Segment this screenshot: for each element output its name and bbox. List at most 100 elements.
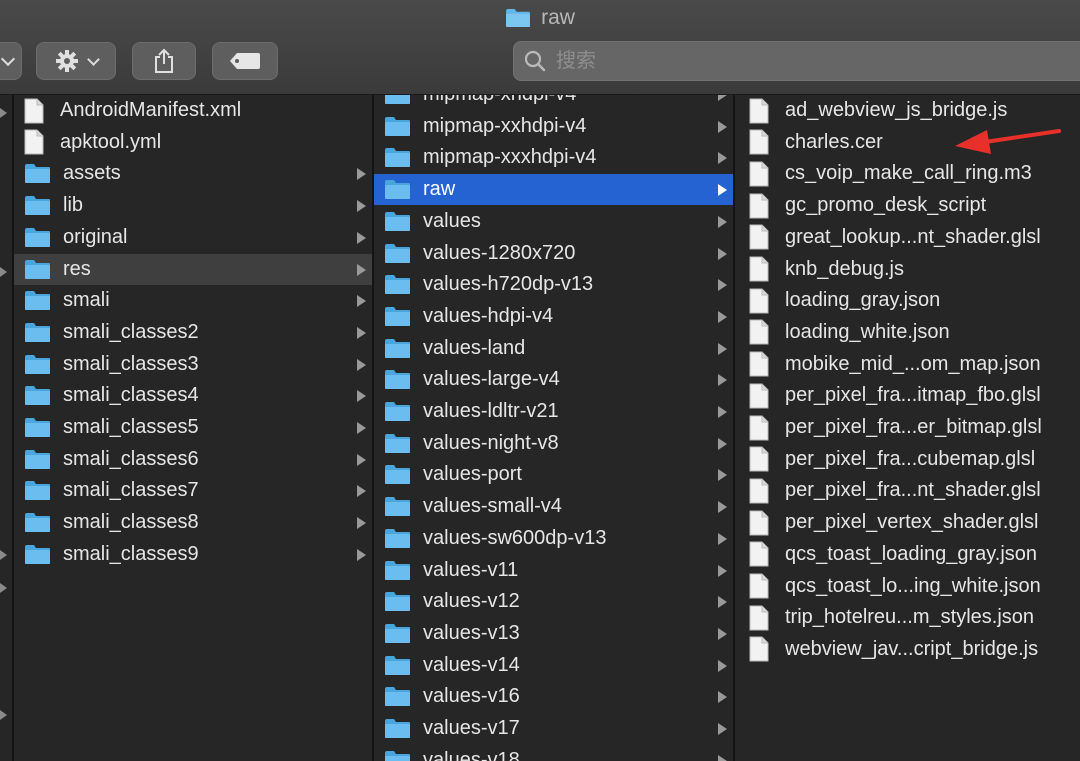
file-row[interactable]: per_pixel_fra...er_bitmap.glsl — [735, 412, 1080, 443]
tags-button[interactable] — [212, 42, 278, 80]
chevron-right-icon — [718, 469, 727, 482]
item-name: values-v13 — [423, 621, 520, 644]
folder-row[interactable]: assets — [14, 158, 372, 189]
item-name: smali — [63, 289, 110, 312]
item-name: gc_promo_desk_script — [785, 194, 987, 217]
file-row[interactable]: knb_debug.js — [735, 254, 1080, 285]
file-row[interactable]: cs_voip_make_call_ring.m3 — [735, 158, 1080, 189]
folder-row[interactable]: mipmap-xhdpi-v4 — [374, 95, 733, 110]
folder-row[interactable]: values-v14 — [374, 650, 733, 681]
folder-row[interactable]: values-land — [374, 333, 733, 364]
folder-row[interactable]: values-sw600dp-v13 — [374, 523, 733, 554]
file-row[interactable]: apktool.yml — [14, 127, 372, 158]
folder-row[interactable]: values-v13 — [374, 618, 733, 649]
chevron-right-icon — [357, 168, 366, 181]
file-row[interactable]: per_pixel_fra...cubemap.glsl — [735, 444, 1080, 475]
item-name: loading_gray.json — [785, 289, 941, 312]
share-button[interactable] — [132, 42, 196, 80]
folder-row[interactable]: values-large-v4 — [374, 364, 733, 395]
chevron-right-icon — [718, 564, 727, 577]
folder-row[interactable]: lib — [14, 190, 372, 221]
file-row[interactable]: per_pixel_vertex_shader.glsl — [735, 507, 1080, 538]
item-name: per_pixel_fra...itmap_fbo.glsl — [785, 384, 1041, 407]
folder-icon — [385, 465, 410, 485]
item-name: smali_classes4 — [63, 384, 199, 407]
folder-row[interactable]: mipmap-xxxhdpi-v4 — [374, 142, 733, 173]
item-name: values-port — [423, 463, 522, 486]
folder-icon — [385, 116, 410, 136]
folder-row[interactable]: values-night-v8 — [374, 428, 733, 459]
item-name: values-hdpi-v4 — [423, 304, 554, 327]
column-res: mipmap-xhdpi-v4 mipmap-xxhdpi-v4 mipmap-xx… — [374, 95, 733, 761]
folder-icon — [25, 544, 50, 564]
folder-row[interactable]: values-v16 — [374, 681, 733, 712]
item-name: mipmap-xxxhdpi-v4 — [423, 146, 597, 169]
folder-row[interactable]: smali_classes7 — [14, 475, 372, 506]
folder-row[interactable]: values-small-v4 — [374, 491, 733, 522]
chevron-right-icon — [718, 691, 727, 704]
folder-row[interactable]: values — [374, 206, 733, 237]
item-name: lib — [63, 194, 84, 217]
folder-row[interactable]: values-v17 — [374, 713, 733, 744]
file-row[interactable]: loading_white.json — [735, 317, 1080, 348]
item-name: raw — [423, 178, 456, 201]
item-name: values-v18 — [423, 748, 520, 761]
file-row[interactable]: per_pixel_fra...itmap_fbo.glsl — [735, 380, 1080, 411]
file-row[interactable]: per_pixel_fra...nt_shader.glsl — [735, 475, 1080, 506]
search-field[interactable] — [513, 41, 1080, 81]
item-name: values-v17 — [423, 717, 520, 739]
view-options-button[interactable] — [0, 42, 22, 80]
item-name: AndroidManifest.xml — [60, 99, 242, 121]
folder-row[interactable]: raw — [374, 174, 733, 206]
chevron-right-icon — [357, 548, 366, 561]
column-parent-edge — [0, 95, 12, 761]
folder-row[interactable]: smali — [14, 285, 372, 316]
file-icon — [749, 541, 769, 567]
folder-icon — [25, 259, 50, 279]
folder-row[interactable]: values-hdpi-v4 — [374, 301, 733, 332]
file-row[interactable]: trip_hotelreu...m_styles.json — [735, 602, 1080, 633]
folder-row[interactable]: original — [14, 222, 372, 253]
item-name: per_pixel_fra...nt_shader.glsl — [785, 479, 1041, 502]
search-input[interactable] — [554, 48, 958, 74]
folder-icon — [25, 386, 50, 406]
chevron-right-icon — [718, 247, 727, 260]
file-row[interactable]: great_lookup...nt_shader.glsl — [735, 222, 1080, 253]
gear-icon — [55, 50, 78, 72]
file-icon — [749, 415, 769, 440]
folder-row[interactable]: values-v11 — [374, 555, 733, 586]
column-raw: ad_webview_js_bridge.js charles.cer cs_voi… — [735, 95, 1080, 761]
folder-row[interactable]: values-ldltr-v21 — [374, 396, 733, 427]
folder-row[interactable]: smali_classes6 — [14, 444, 372, 475]
folder-row[interactable]: smali_classes2 — [14, 317, 372, 348]
chevron-down-icon — [86, 52, 100, 66]
toolbar: raw — [0, 0, 1080, 95]
folder-row[interactable]: values-v18 — [374, 745, 733, 761]
folder-row[interactable]: values-h720dp-v13 — [374, 269, 733, 300]
folder-row[interactable]: smali_classes8 — [14, 507, 372, 538]
folder-row[interactable]: smali_classes3 — [14, 349, 372, 380]
folder-row[interactable]: smali_classes4 — [14, 380, 372, 411]
folder-row[interactable]: values-1280x720 — [374, 238, 733, 269]
file-row[interactable]: webview_jav...cript_bridge.js — [735, 634, 1080, 665]
file-row[interactable]: qcs_toast_lo...ing_white.json — [735, 571, 1080, 602]
action-menu-button[interactable] — [36, 42, 116, 80]
file-icon — [749, 605, 769, 631]
folder-row[interactable]: smali_classes9 — [14, 539, 372, 570]
chevron-right-icon — [718, 659, 727, 672]
folder-row[interactable]: smali_classes5 — [14, 412, 372, 443]
folder-row[interactable]: values-port — [374, 459, 733, 490]
file-icon — [749, 224, 769, 250]
file-row[interactable]: mobike_mid_...om_map.json — [735, 349, 1080, 380]
file-row[interactable]: gc_promo_desk_script — [735, 190, 1080, 221]
item-name: values — [423, 209, 481, 232]
chevron-right-icon — [718, 279, 727, 292]
folder-icon — [25, 449, 50, 469]
file-row[interactable]: loading_gray.json — [735, 285, 1080, 316]
item-name: per_pixel_fra...er_bitmap.glsl — [785, 416, 1042, 438]
folder-row[interactable]: mipmap-xxhdpi-v4 — [374, 111, 733, 142]
folder-row[interactable]: values-v12 — [374, 586, 733, 617]
file-row[interactable]: AndroidManifest.xml — [14, 95, 372, 126]
file-row[interactable]: qcs_toast_loading_gray.json — [735, 539, 1080, 570]
folder-row[interactable]: res — [14, 253, 372, 285]
